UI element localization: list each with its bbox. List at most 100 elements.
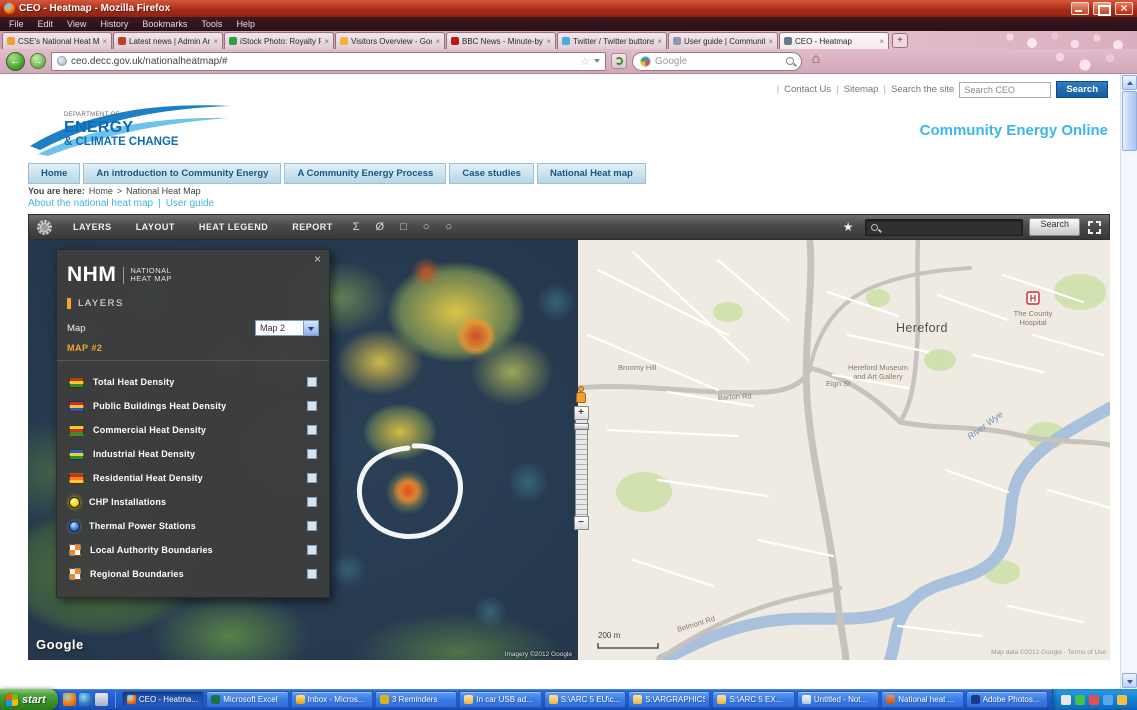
- tab-7[interactable]: User guide | Community Energ...×: [668, 32, 778, 49]
- tab-close-icon[interactable]: ×: [102, 37, 107, 46]
- menu-view[interactable]: View: [60, 19, 93, 29]
- nav-process[interactable]: A Community Energy Process: [284, 163, 447, 184]
- task-folder-arc-ex[interactable]: S:\ARC 5 EX...: [712, 691, 795, 708]
- tab-1[interactable]: CSE's National Heat Map laun...×: [2, 32, 112, 49]
- clear-tool-icon[interactable]: Ø: [369, 221, 392, 233]
- tab-close-icon[interactable]: ×: [546, 37, 551, 46]
- breadcrumb-home-link[interactable]: Home: [89, 186, 113, 196]
- tab-close-icon[interactable]: ×: [768, 37, 773, 46]
- layout-button[interactable]: LAYOUT: [125, 215, 186, 239]
- map-select-dropdown[interactable]: Map 2: [255, 320, 319, 336]
- zoom-in-button[interactable]: +: [573, 406, 589, 420]
- tab-8-active[interactable]: CEO - Heatmap ×: [779, 32, 889, 49]
- tray-icon[interactable]: [1075, 694, 1085, 705]
- task-notepad[interactable]: Untitled - Not...: [796, 691, 880, 708]
- sum-tool-icon[interactable]: Σ: [346, 221, 367, 233]
- browser-search-field[interactable]: Google: [632, 51, 802, 71]
- sitemap-link[interactable]: Sitemap: [844, 84, 879, 95]
- scroll-up-button[interactable]: [1122, 75, 1137, 90]
- tray-icon[interactable]: [1103, 694, 1113, 705]
- tab-close-icon[interactable]: ×: [213, 37, 218, 46]
- pegman-icon[interactable]: [574, 386, 588, 404]
- tray-icon[interactable]: [1117, 694, 1127, 705]
- tab-close-icon[interactable]: ×: [879, 37, 884, 46]
- menu-history[interactable]: History: [93, 19, 135, 29]
- layer-checkbox[interactable]: [307, 473, 317, 483]
- forward-button[interactable]: [30, 53, 46, 69]
- tab-2[interactable]: Latest news | Admin Area | Ce...×: [113, 32, 223, 49]
- layer-checkbox[interactable]: [307, 545, 317, 555]
- layer-checkbox[interactable]: [307, 521, 317, 531]
- favorites-star-icon[interactable]: ★: [833, 220, 864, 234]
- tab-close-icon[interactable]: ×: [324, 37, 329, 46]
- dropdown-arrow-icon[interactable]: [303, 321, 318, 335]
- tab-close-icon[interactable]: ×: [435, 37, 440, 46]
- tab-3[interactable]: iStock Photo: Royalty Free Sto...×: [224, 32, 334, 49]
- layer-checkbox[interactable]: [307, 377, 317, 387]
- maximize-button[interactable]: [1093, 2, 1111, 16]
- layer-checkbox[interactable]: [307, 401, 317, 411]
- menu-help[interactable]: Help: [229, 19, 262, 29]
- layer-row-total-heat[interactable]: Total Heat Density: [69, 370, 317, 394]
- street-map-pane[interactable]: H The County Hospital Hereford Hereford …: [578, 240, 1110, 660]
- site-search-input[interactable]: Search CEO: [959, 81, 1052, 98]
- layer-row-residential[interactable]: Residential Heat Density: [69, 466, 317, 490]
- task-folder-usb[interactable]: In car USB ad...: [459, 691, 542, 708]
- new-tab-button[interactable]: [892, 33, 908, 48]
- layer-row-commercial[interactable]: Commercial Heat Density: [69, 418, 317, 442]
- about-heat-map-link[interactable]: About the national heat map: [28, 198, 153, 209]
- quick-launch-firefox-icon[interactable]: [62, 693, 76, 706]
- nav-introduction[interactable]: An introduction to Community Energy: [83, 163, 282, 184]
- tab-5[interactable]: BBC News - Minute-by-minute ...×: [446, 32, 556, 49]
- search-magnifier-icon[interactable]: [786, 57, 794, 65]
- start-button[interactable]: start: [0, 689, 58, 710]
- hospital-marker[interactable]: H: [1026, 291, 1040, 305]
- scrollbar-thumb[interactable]: [1122, 91, 1137, 151]
- browser-scrollbar[interactable]: [1120, 74, 1137, 689]
- layer-checkbox[interactable]: [307, 569, 317, 579]
- task-reminders[interactable]: 3 Reminders: [374, 691, 458, 708]
- task-excel[interactable]: Microsoft Excel: [206, 691, 289, 708]
- layer-row-chp[interactable]: CHP Installations: [69, 490, 317, 514]
- task-folder-arc-eu[interactable]: S:\ARC 5 EU\c...: [543, 691, 627, 708]
- report-button[interactable]: REPORT: [281, 215, 344, 239]
- map-search-button[interactable]: Search: [1029, 218, 1080, 236]
- site-search-button[interactable]: Search: [1056, 81, 1108, 98]
- task-inbox[interactable]: Inbox - Micros...: [290, 691, 373, 708]
- task-photoshop[interactable]: Adobe Photos...: [965, 691, 1048, 708]
- layer-row-public-buildings[interactable]: Public Buildings Heat Density: [69, 394, 317, 418]
- task-national-heat[interactable]: National heat ...: [881, 691, 964, 708]
- layer-checkbox[interactable]: [307, 425, 317, 435]
- task-folder-graphics[interactable]: S:\ARGRAPHICS: [628, 691, 711, 708]
- rectangle-tool-icon[interactable]: □: [393, 221, 414, 233]
- scroll-down-button[interactable]: [1122, 673, 1137, 688]
- back-button[interactable]: [6, 51, 25, 71]
- fullscreen-icon[interactable]: [1088, 220, 1101, 234]
- contact-us-link[interactable]: Contact Us: [784, 84, 831, 95]
- quick-launch-ie-icon[interactable]: [78, 693, 92, 706]
- menu-bookmarks[interactable]: Bookmarks: [135, 19, 194, 29]
- url-dropdown-icon[interactable]: [594, 59, 600, 63]
- menu-edit[interactable]: Edit: [31, 19, 61, 29]
- home-button[interactable]: [807, 50, 825, 69]
- nav-national-heat-map[interactable]: National Heat map: [536, 163, 646, 184]
- heat-legend-button[interactable]: HEAT LEGEND: [188, 215, 279, 239]
- reload-button[interactable]: [611, 53, 627, 69]
- nav-case-studies[interactable]: Case studies: [449, 163, 534, 184]
- zoom-slider-handle[interactable]: [573, 423, 589, 430]
- polygon-tool-icon[interactable]: ○: [438, 221, 459, 233]
- nav-home[interactable]: Home: [28, 163, 81, 184]
- close-button[interactable]: [1115, 1, 1133, 15]
- decc-logo[interactable]: DEPARTMENT OF ENERGY & CLIMATE CHANGE: [30, 94, 240, 158]
- minimize-button[interactable]: [1071, 2, 1089, 15]
- layer-row-industrial[interactable]: Industrial Heat Density: [69, 442, 317, 466]
- circle-tool-icon[interactable]: ○: [416, 221, 437, 233]
- tab-4[interactable]: Visitors Overview - Google Anal...×: [335, 32, 445, 49]
- map-attribution-link[interactable]: Map data ©2012 Google - Terms of Use: [991, 648, 1106, 656]
- bookmark-star-icon[interactable]: [580, 55, 590, 68]
- panel-close-icon[interactable]: ×: [314, 253, 321, 265]
- layer-row-regional[interactable]: Regional Boundaries: [69, 562, 317, 586]
- map-search-input[interactable]: [865, 218, 1024, 236]
- menu-tools[interactable]: Tools: [194, 19, 229, 29]
- tab-close-icon[interactable]: ×: [657, 37, 662, 46]
